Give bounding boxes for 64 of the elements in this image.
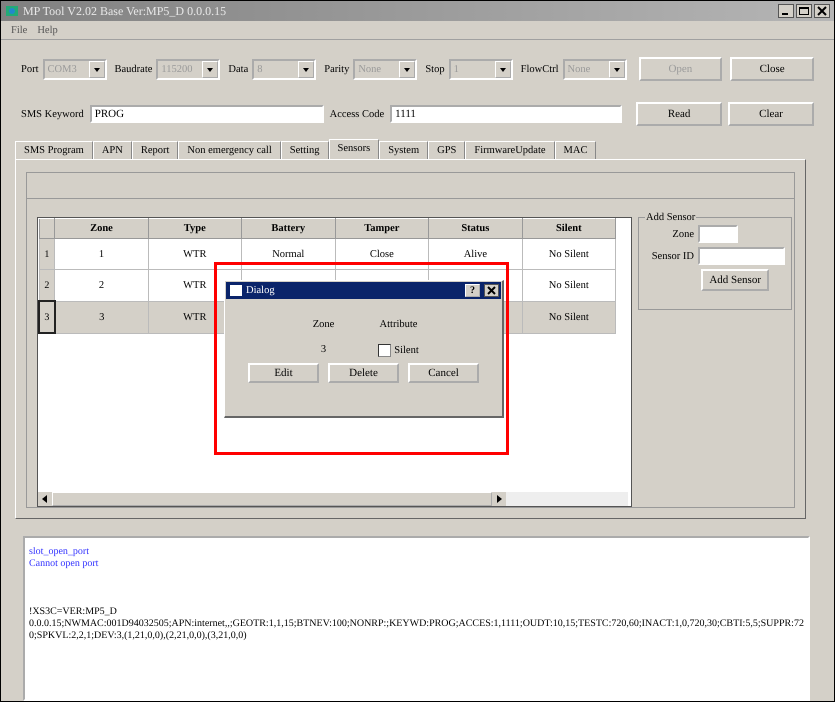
field-label: Port [21,64,39,74]
button[interactable]: Read [636,102,722,126]
table-cell: No Silent [548,312,589,322]
row-header[interactable]: 1 [39,238,55,270]
column-header: Silent [522,218,616,238]
field-label: Access Code [330,108,384,120]
column-header: Type [148,218,242,238]
button[interactable]: Delete [328,363,399,383]
table-cell: Close [370,248,394,260]
menu-item[interactable]: File [11,24,28,36]
zone-label: Zone [312,319,336,330]
menu-item[interactable]: Help [37,24,58,36]
table-cell: WTR [183,248,206,260]
tab[interactable]: FirmwareUpdate [465,141,555,159]
column-header: Status [428,218,522,238]
tab[interactable]: Non emergency call [178,141,281,159]
row-header[interactable]: 3 [39,301,55,333]
button[interactable]: Cancel [408,363,479,383]
group-title: Add Sensor [645,212,696,223]
button[interactable]: Clear [728,102,814,126]
field-label: Sensor ID [652,250,694,262]
field-label: Data [228,64,248,74]
zone-value: 3 [320,344,328,357]
table-cell: No Silent [548,248,589,260]
button[interactable]: Close [730,57,814,81]
window-title: MP Tool V2.02 Base Ver:MP5_D 0.0.0.15 [23,4,226,18]
tab[interactable]: MAC [554,141,596,159]
add-sensor-button[interactable]: Add Sensor [701,269,769,291]
attribute-label: Attribute [378,319,418,330]
field-label: Parity [324,64,350,74]
access-code-field[interactable]: 1111 [390,105,622,123]
log-line: !XS3C=VER:MP5_D [29,606,117,617]
tab[interactable]: Sensors [328,139,380,159]
tab[interactable]: SMS Program [15,141,93,159]
column-header: Tamper [335,218,429,238]
table-cell: No Silent [548,280,589,291]
table-cell: 1 [98,248,104,260]
table-cell: Alive [464,248,488,260]
dialog-title: Dialog [246,285,275,296]
tab[interactable]: System [379,141,428,159]
row-header[interactable]: 2 [39,270,55,301]
tab[interactable]: APN [92,141,132,159]
field-label: Zone [672,228,694,240]
field-label: Stop [425,64,445,74]
button[interactable]: Edit [248,363,319,383]
tab[interactable]: Report [132,141,178,159]
tab[interactable]: GPS [428,141,466,159]
table-cell: WTR [183,280,206,291]
table-cell: Normal [272,248,304,260]
help-button[interactable]: ? [465,284,480,297]
log-line: slot_open_port [29,546,89,557]
keyword-field[interactable]: PROG [90,105,324,123]
field-label: Baudrate [114,64,152,74]
table-cell: WTR [183,312,206,322]
checkbox-label: Silent [394,345,419,356]
column-header: Zone [54,218,148,238]
log-line: Cannot open port [29,558,98,569]
table-cell: 2 [98,280,104,291]
column-header: Battery [241,218,336,238]
table-cell: 3 [99,312,104,322]
tab[interactable]: Setting [280,141,329,159]
field-label: FlowCtrl [520,64,559,74]
log-line: 0.0.0.15;NWMAC:001D94032505;APN:internet,,;GEOTR:1,1,15;BTNEV:100;NONRP:;KEYWD:PROG;ACCES:1,1111;OUDT:10,15;TESTC:720,60;INACT:1,0,720,30;CBTI:5,5;SUPPR:720;SPKVL:2,2,1;DEV:3,(1,21,0,0),(2,21,0,0),(3,21,0,0) [29,618,804,641]
field-label: SMS Keyword [21,108,84,120]
